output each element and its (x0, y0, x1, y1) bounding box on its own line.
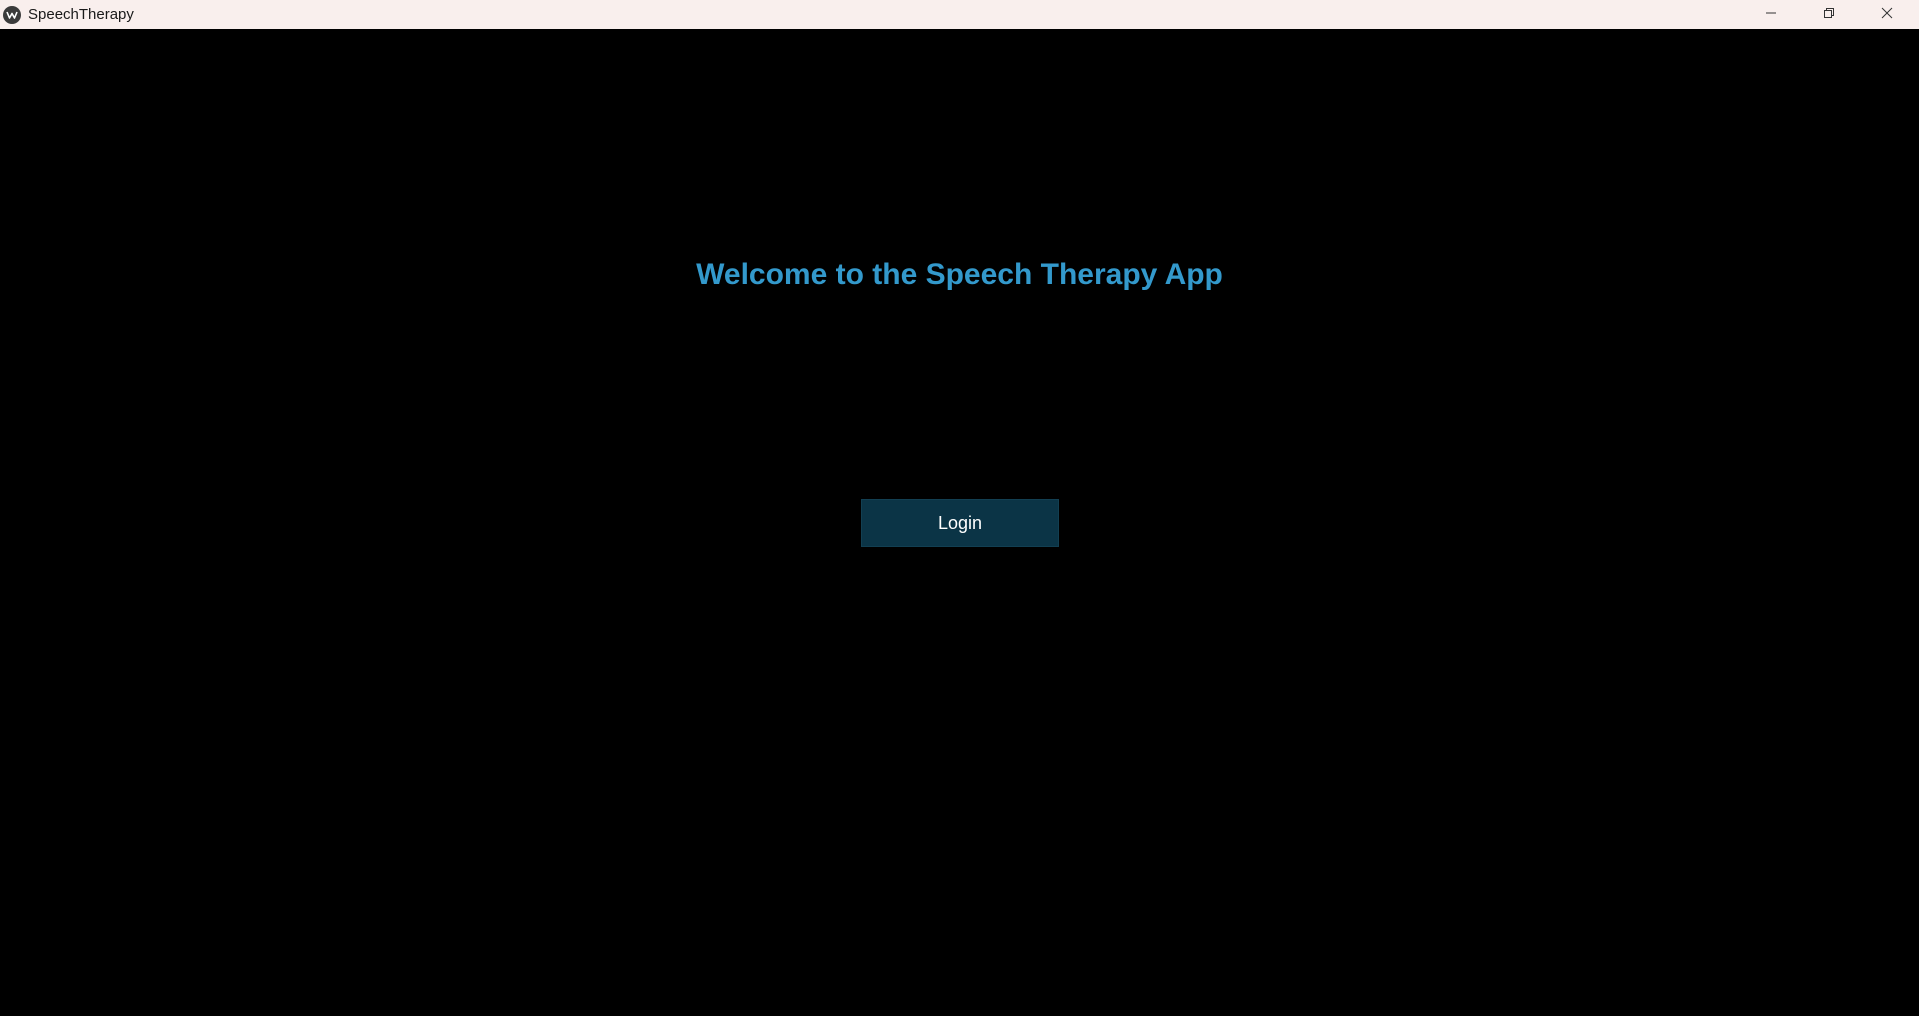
app-icon (3, 6, 21, 24)
restore-button[interactable] (1800, 0, 1858, 29)
minimize-icon (1765, 6, 1777, 24)
app-content: Welcome to the Speech Therapy App Login (0, 29, 1919, 1016)
close-button[interactable] (1858, 0, 1916, 29)
login-button[interactable]: Login (861, 499, 1059, 547)
close-icon (1881, 6, 1893, 24)
restore-icon (1823, 6, 1835, 24)
minimize-button[interactable] (1742, 0, 1800, 29)
window-titlebar: SpeechTherapy (0, 0, 1919, 29)
window-title: SpeechTherapy (28, 6, 134, 23)
login-button-label: Login (937, 512, 983, 533)
welcome-heading: Welcome to the Speech Therapy App (696, 258, 1223, 291)
